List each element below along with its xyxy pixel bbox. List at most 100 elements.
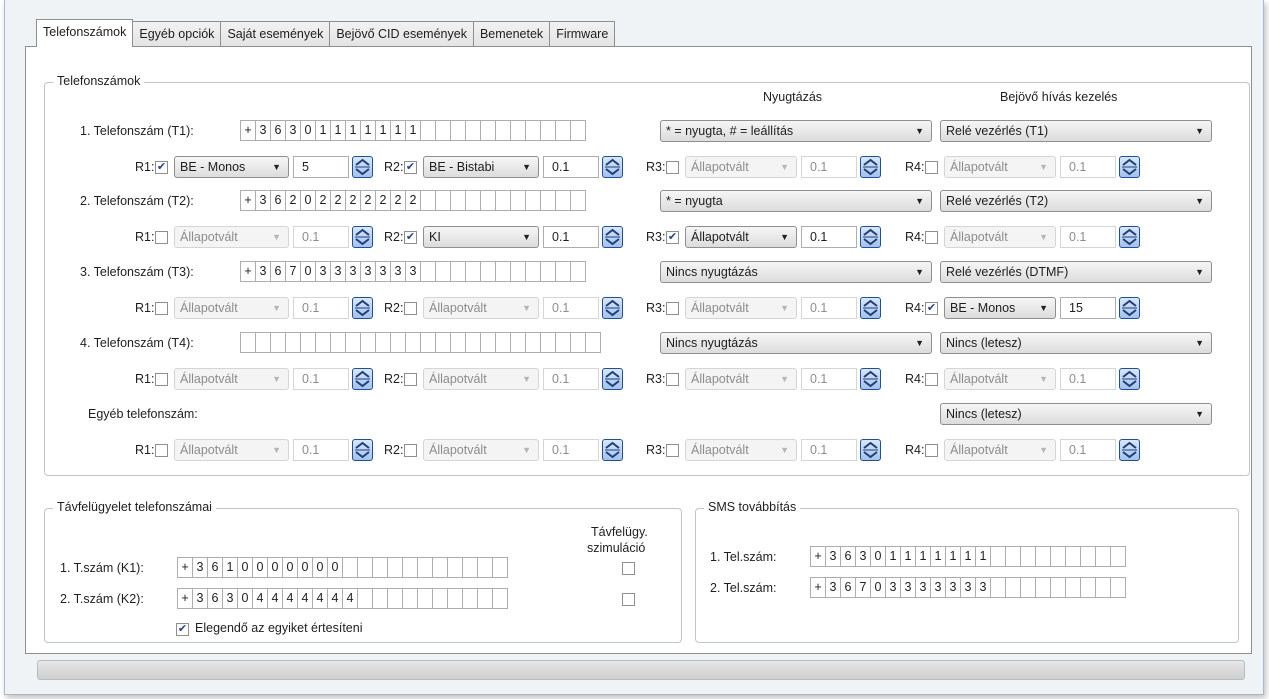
incoming-call-select[interactable]: Relé vezérlés (T2) ▼ xyxy=(940,190,1212,212)
sms-number-input-digit[interactable] xyxy=(1050,577,1066,598)
sms-number-input-digit[interactable]: 3 xyxy=(975,577,991,598)
phone-number-input-digit[interactable] xyxy=(300,332,316,353)
remote-number-input-digit[interactable] xyxy=(447,588,463,609)
sms-number-input-digit[interactable] xyxy=(1005,546,1021,567)
relay-mode-select[interactable]: BE - Bistabi ▼ xyxy=(423,156,539,178)
phone-number-input-digit[interactable]: + xyxy=(240,190,256,211)
phone-number-input-digit[interactable]: 0 xyxy=(300,120,316,141)
phone-number-input-digit[interactable]: 3 xyxy=(345,261,361,282)
remote-number-input-digit[interactable]: 4 xyxy=(252,588,268,609)
remote-number-input-digit[interactable]: 0 xyxy=(252,557,268,578)
sms-number-input-digit[interactable]: 3 xyxy=(915,577,931,598)
relay-enable-checkbox[interactable] xyxy=(155,302,168,315)
sms-number-input-digit[interactable]: 6 xyxy=(840,577,856,598)
remote-number-input-digit[interactable] xyxy=(357,557,373,578)
phone-number-input-digit[interactable] xyxy=(525,332,541,353)
relay-enable-checkbox[interactable] xyxy=(925,444,938,457)
phone-number-input-digit[interactable] xyxy=(285,332,301,353)
sms-number-input-digit[interactable]: 3 xyxy=(825,577,841,598)
phone-number-input-digit[interactable]: 3 xyxy=(375,261,391,282)
phone-number-input-digit[interactable] xyxy=(435,261,451,282)
phone-number-input-digit[interactable]: 3 xyxy=(315,261,331,282)
tab-4[interactable]: Bemenetek xyxy=(472,21,551,47)
relay-time-input[interactable]: 0.1 xyxy=(1060,368,1116,390)
tab-3[interactable]: Bejövő CID események xyxy=(329,21,474,47)
sms-number-input-digit[interactable]: 1 xyxy=(945,546,961,567)
relay-mode-select[interactable]: Állapotvált ▼ xyxy=(685,156,797,178)
phone-number-input-digit[interactable] xyxy=(540,190,556,211)
tab-5[interactable]: Firmware xyxy=(549,21,616,47)
sms-number-input-digit[interactable]: 1 xyxy=(930,546,946,567)
sms-number-input-digit[interactable]: + xyxy=(810,546,826,567)
phone-number-input-digit[interactable] xyxy=(480,190,496,211)
phone-number-input-digit[interactable] xyxy=(525,120,541,141)
tab-1[interactable]: Egyéb opciók xyxy=(132,21,222,47)
simulation-checkbox[interactable] xyxy=(622,593,635,606)
phone-number-input-digit[interactable] xyxy=(450,332,466,353)
phone-number-input[interactable]: +3 6 3 0 1 1 1 1 1 1 1 xyxy=(240,120,586,141)
sms-number-input-digit[interactable]: 3 xyxy=(945,577,961,598)
phone-number-input-digit[interactable] xyxy=(465,261,481,282)
phone-number-input-digit[interactable]: 7 xyxy=(285,261,301,282)
sms-number-input[interactable]: +3 6 3 0 1 1 1 1 1 1 1 xyxy=(810,546,1126,567)
phone-number-input-digit[interactable] xyxy=(510,332,526,353)
phone-number-input-digit[interactable]: 3 xyxy=(360,261,376,282)
relay-time-input[interactable]: 0.1 xyxy=(801,226,857,248)
relay-enable-checkbox[interactable] xyxy=(925,231,938,244)
relay-mode-select[interactable]: BE - Monos ▼ xyxy=(174,156,289,178)
remote-number-input-digit[interactable]: 6 xyxy=(207,588,223,609)
relay-time-spinner[interactable] xyxy=(602,156,623,178)
relay-enable-checkbox[interactable]: ✔ xyxy=(155,161,168,174)
relay-time-input[interactable]: 0.1 xyxy=(293,368,349,390)
tab-2[interactable]: Saját események xyxy=(220,21,331,47)
phone-number-input-digit[interactable]: 3 xyxy=(405,261,421,282)
phone-number-input-digit[interactable] xyxy=(495,332,511,353)
ack-select[interactable]: * = nyugta, # = leállítás ▼ xyxy=(660,120,932,142)
relay-mode-select[interactable]: Állapotvált ▼ xyxy=(944,156,1056,178)
sms-number-input-digit[interactable] xyxy=(1080,546,1096,567)
relay-time-spinner[interactable] xyxy=(602,439,623,461)
phone-number-input-digit[interactable] xyxy=(465,190,481,211)
sms-number-input-digit[interactable] xyxy=(1110,546,1126,567)
phone-number-input-digit[interactable]: 1 xyxy=(390,120,406,141)
phone-number-input[interactable]: +3 6 2 0 2 2 2 2 2 2 2 xyxy=(240,190,586,211)
phone-number-input-digit[interactable] xyxy=(540,120,556,141)
phone-number-input-digit[interactable]: 1 xyxy=(375,120,391,141)
remote-number-input-digit[interactable]: 4 xyxy=(327,588,343,609)
phone-number-input-digit[interactable]: 0 xyxy=(300,190,316,211)
phone-number-input-digit[interactable]: 1 xyxy=(330,120,346,141)
relay-time-spinner[interactable] xyxy=(602,226,623,248)
phone-number-input-digit[interactable] xyxy=(360,332,376,353)
phone-number-input-digit[interactable]: 1 xyxy=(360,120,376,141)
phone-number-input-digit[interactable] xyxy=(555,261,571,282)
relay-time-input[interactable]: 0.1 xyxy=(801,439,857,461)
remote-number-input-digit[interactable] xyxy=(372,557,388,578)
phone-number-input-digit[interactable] xyxy=(435,120,451,141)
relay-time-spinner[interactable] xyxy=(860,226,881,248)
sms-number-input-digit[interactable] xyxy=(1020,577,1036,598)
relay-enable-checkbox[interactable]: ✔ xyxy=(404,161,417,174)
phone-number-input-digit[interactable] xyxy=(450,120,466,141)
relay-enable-checkbox[interactable] xyxy=(404,302,417,315)
phone-number-input-digit[interactable] xyxy=(555,190,571,211)
remote-number-input-digit[interactable]: + xyxy=(177,588,193,609)
relay-enable-checkbox[interactable]: ✔ xyxy=(404,231,417,244)
relay-enable-checkbox[interactable] xyxy=(155,231,168,244)
relay-mode-select[interactable]: Állapotvált ▼ xyxy=(423,439,539,461)
sms-number-input-digit[interactable]: 3 xyxy=(900,577,916,598)
relay-enable-checkbox[interactable] xyxy=(666,302,679,315)
relay-mode-select[interactable]: KI ▼ xyxy=(423,226,539,248)
relay-time-spinner[interactable] xyxy=(602,297,623,319)
incoming-call-select[interactable]: Relé vezérlés (DTMF) ▼ xyxy=(940,261,1212,283)
phone-number-input-digit[interactable]: 6 xyxy=(270,261,286,282)
sms-number-input-digit[interactable] xyxy=(1095,546,1111,567)
remote-number-input-digit[interactable]: 0 xyxy=(327,557,343,578)
relay-enable-checkbox[interactable] xyxy=(155,373,168,386)
remote-number-input-digit[interactable]: 0 xyxy=(297,557,313,578)
phone-number-input-digit[interactable]: + xyxy=(240,120,256,141)
phone-number-input-digit[interactable]: 2 xyxy=(375,190,391,211)
sms-number-input-digit[interactable] xyxy=(1050,546,1066,567)
phone-number-input-digit[interactable]: 2 xyxy=(315,190,331,211)
sms-number-input-digit[interactable] xyxy=(990,577,1006,598)
phone-number-input-digit[interactable]: 6 xyxy=(270,120,286,141)
